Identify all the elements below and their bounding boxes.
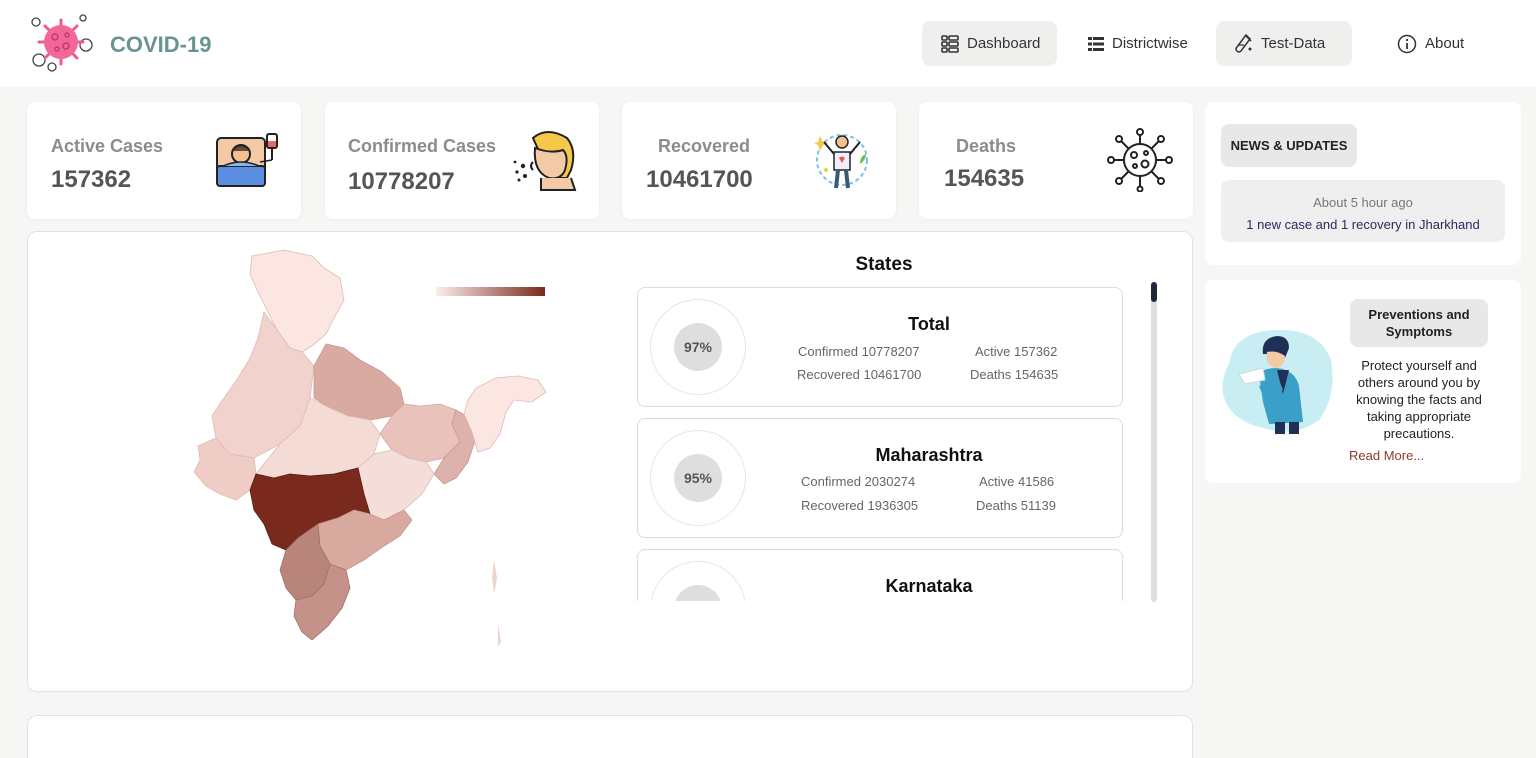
deaths-stat: Deaths 51139 <box>976 498 1056 513</box>
app-title[interactable]: COVID-19 <box>110 32 211 58</box>
recovered-person-icon <box>814 134 868 189</box>
patient-bed-icon <box>216 133 278 187</box>
state-name: Total <box>908 314 950 334</box>
sneezing-person-illustration <box>1222 329 1333 434</box>
stat-value: 154635 <box>944 165 1025 192</box>
stat-label: Deaths <box>956 136 1017 156</box>
news-card: NEWS & UPDATES About 5 hour ago 1 new ca… <box>1205 102 1521 265</box>
recovered-stat: Recovered 1936305 <box>801 498 919 513</box>
percent-ring: 97% <box>650 299 746 395</box>
states-scrollbar[interactable] <box>1151 282 1157 602</box>
stat-value: 157362 <box>51 166 132 193</box>
percent-ring: 95% <box>650 430 746 526</box>
stat-value: 10461700 <box>646 166 753 193</box>
nav-districtwise[interactable]: Districtwise <box>1069 21 1205 66</box>
confirmed-stat: Confirmed 2030274 <box>801 474 916 489</box>
bottom-panel <box>27 715 1193 758</box>
news-item[interactable]: About 5 hour ago 1 new case and 1 recove… <box>1221 180 1505 242</box>
stat-card-confirmed: Confirmed Cases 10778207 <box>325 102 599 219</box>
stat-card-deaths: Deaths 154635 <box>919 102 1193 219</box>
india-map[interactable] <box>194 248 550 648</box>
state-name: Karnataka <box>885 576 973 596</box>
top-navbar: COVID-19 Dashboard Districtwise Test-Dat… <box>0 0 1536 86</box>
info-icon <box>1397 34 1417 53</box>
stat-label: Recovered <box>658 136 751 156</box>
map-legend <box>436 287 545 296</box>
map-panel: States 97% Total Confirmed 10778207 Acti… <box>27 231 1193 692</box>
stat-card-active: Active Cases 157362 <box>27 102 301 219</box>
states-list[interactable]: 97% Total Confirmed 10778207 Active 1573… <box>637 287 1137 601</box>
dashboard-icon <box>941 34 959 53</box>
percent-value: 95% <box>674 454 722 502</box>
prevention-badge: Preventions and Symptoms <box>1350 299 1488 347</box>
deaths-stat: Deaths 154635 <box>970 367 1059 382</box>
news-time: About 5 hour ago <box>1313 195 1413 210</box>
nav-districtwise-label: Districtwise <box>1112 35 1188 52</box>
state-card-maharashtra[interactable]: 95% Maharashtra Confirmed 2030274 Active… <box>637 418 1123 538</box>
list-icon <box>1088 36 1104 51</box>
state-card-karnataka[interactable]: Karnataka <box>637 549 1123 601</box>
scrollbar-thumb[interactable] <box>1151 282 1157 302</box>
percent-value: 97% <box>674 323 722 371</box>
nav-test-data[interactable]: Test-Data <box>1216 21 1352 66</box>
read-more-link[interactable]: Read More... <box>1349 448 1424 463</box>
prevention-card: Preventions and Symptoms Protect yoursel… <box>1205 280 1521 483</box>
prevention-text: Protect yourself and others around you b… <box>1356 358 1482 441</box>
stat-label: Active Cases <box>51 136 164 156</box>
nav-test-data-label: Test-Data <box>1261 35 1326 52</box>
percent-value <box>674 585 722 601</box>
percent-ring <box>650 561 746 601</box>
nav-about[interactable]: About <box>1378 21 1484 66</box>
stat-label: Confirmed Cases <box>348 136 497 156</box>
state-card-total[interactable]: 97% Total Confirmed 10778207 Active 1573… <box>637 287 1123 407</box>
state-name: Maharashtra <box>875 445 983 465</box>
stat-card-recovered: Recovered 10461700 <box>622 102 896 219</box>
active-stat: Active 157362 <box>975 344 1058 359</box>
news-text: 1 new case and 1 recovery in Jharkhand <box>1246 217 1480 232</box>
stat-value: 10778207 <box>348 168 455 195</box>
nav-dashboard-label: Dashboard <box>967 35 1041 52</box>
nav-about-label: About <box>1425 35 1465 52</box>
states-title: States <box>855 254 913 275</box>
confirmed-stat: Confirmed 10778207 <box>798 344 920 359</box>
active-stat: Active 41586 <box>979 474 1055 489</box>
virus-icon <box>1107 128 1173 192</box>
brand[interactable] <box>30 14 96 72</box>
recovered-stat: Recovered 10461700 <box>797 367 922 382</box>
test-tube-icon <box>1235 33 1252 53</box>
coughing-person-icon <box>513 131 577 191</box>
news-badge: NEWS & UPDATES <box>1221 124 1357 167</box>
nav-dashboard[interactable]: Dashboard <box>922 21 1057 66</box>
virus-logo-icon <box>31 14 93 72</box>
